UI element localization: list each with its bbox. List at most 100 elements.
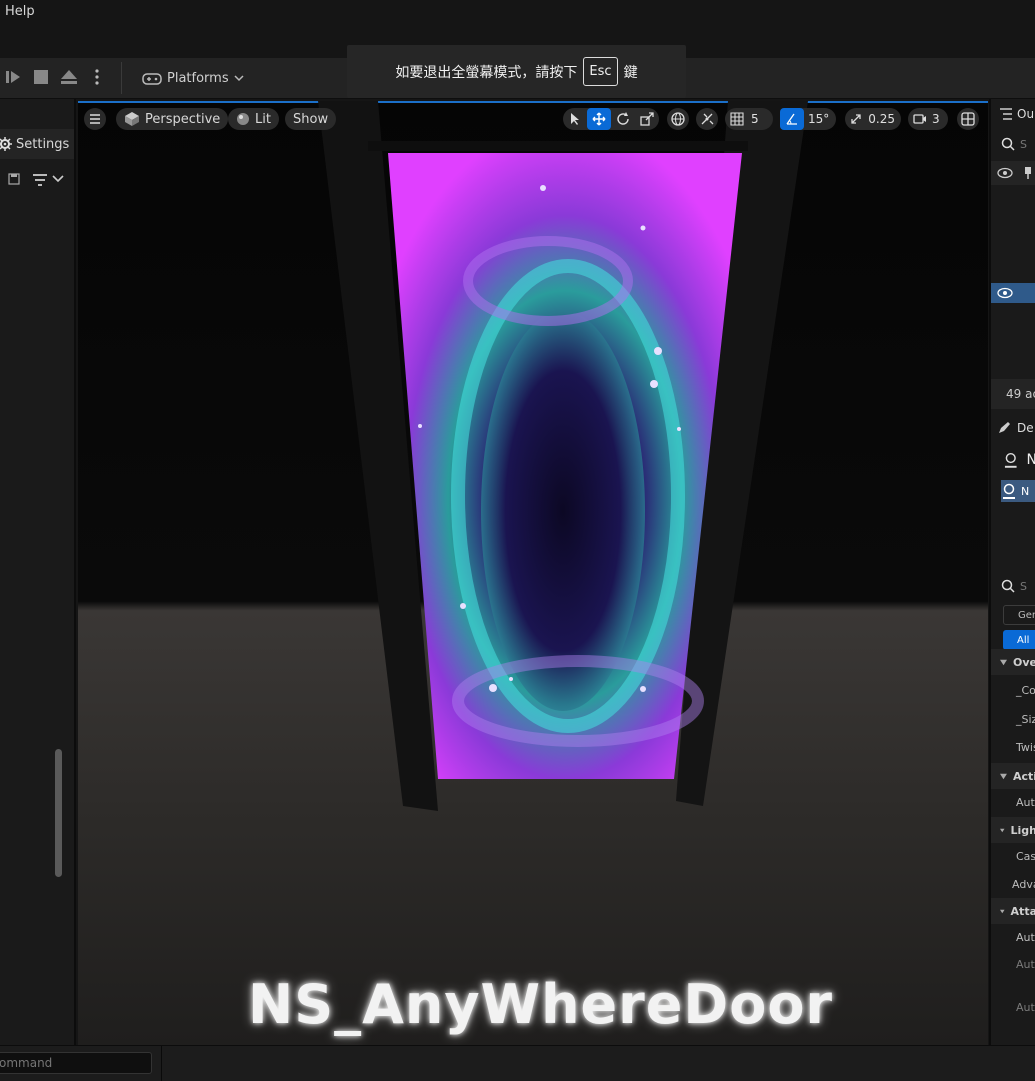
viewport-menu-button[interactable] [84,108,106,130]
camera-speed-group[interactable]: 3 [908,108,948,130]
section-attachment[interactable]: Atta [991,898,1035,924]
select-mode-button[interactable] [563,108,587,130]
eye-icon[interactable] [997,287,1013,299]
section-overrides[interactable]: Ove [991,649,1035,675]
details-tab-label: De [1017,421,1034,435]
outliner-search[interactable]: S [991,133,1035,155]
view-mode-button[interactable]: Lit [228,108,279,130]
scale-snap-toggle[interactable] [845,108,866,130]
cube-icon [125,112,139,126]
prop-auto-2: Auto [1016,931,1035,944]
scale-icon [640,112,654,126]
settings-tab[interactable]: Settings [0,129,74,159]
outliner-tab-label: Ou [1017,107,1035,121]
perspective-button[interactable]: Perspective [116,108,229,130]
details-actor-name: N [991,447,1035,473]
fullscreen-exit-toast: 如要退出全螢幕模式，請按下 Esc 鍵 [347,45,686,98]
portal-door-mesh [318,101,808,811]
filter-all-button[interactable]: All [1003,630,1035,650]
rotate-mode-button[interactable] [611,108,635,130]
angle-snap-group[interactable]: 15° [780,108,836,130]
world-local-toggle[interactable] [667,108,689,130]
actor-count: 49 ac [991,379,1035,409]
prop-cast-shadow: Cast [1016,850,1035,863]
prop-color: _Col [1016,684,1035,697]
left-panel: Settings [0,99,76,1045]
filter-general-button[interactable]: Gen [1003,605,1035,625]
esc-key-hint: Esc [583,57,618,86]
globe-icon [671,112,685,126]
status-bar [0,1045,1035,1081]
platforms-label: Platforms [167,70,229,86]
lit-sphere-icon [237,113,249,125]
left-panel-tools [0,165,74,195]
layout-icon [961,112,975,126]
angle-snap-toggle[interactable] [780,108,804,130]
details-search[interactable]: S [991,575,1035,597]
scale-snap-group[interactable]: 0.25 [845,108,901,130]
play-advance-icon[interactable] [4,68,22,86]
console-command-input[interactable] [0,1052,152,1074]
caret-down-icon [1000,773,1007,779]
perspective-label: Perspective [145,111,221,127]
search-icon [1001,579,1015,593]
rotate-icon [617,112,629,125]
pencil-icon [999,422,1010,433]
chevron-down-icon[interactable] [52,175,64,183]
save-icon[interactable] [8,173,20,185]
caret-down-icon [1000,828,1005,832]
camera-speed-value: 3 [932,112,940,126]
grid-snap-group[interactable]: 5 [725,108,773,130]
section-lighting[interactable]: Ligh [991,817,1035,843]
angle-icon [786,113,797,125]
section-advanced[interactable]: Adva [991,872,1035,896]
eject-icon[interactable] [60,68,78,86]
prop-size: _Siz [1016,713,1035,726]
cursor-icon [571,113,579,125]
angle-snap-value: 15° [808,112,830,126]
settings-label: Settings [16,136,70,152]
platforms-button[interactable]: Platforms [136,66,250,90]
camera-icon [913,114,926,124]
prop-auto-activate: Auto [1016,796,1035,809]
gamepad-icon [142,73,162,85]
outliner-selected-row[interactable] [991,283,1035,303]
niagara-actor-icon [1004,452,1017,468]
show-button[interactable]: Show [285,108,337,130]
translate-mode-button[interactable] [587,108,611,130]
gear-icon [0,137,12,151]
eye-icon[interactable] [997,167,1013,179]
prop-auto-4: Auto [1016,1001,1035,1014]
viewport-layout-button[interactable] [957,108,979,130]
scale-snap-value: 0.25 [868,112,895,126]
toast-text-after: 鍵 [623,64,638,81]
grid-snap-toggle[interactable] [725,108,749,130]
component-row-selected[interactable]: N [1001,480,1035,502]
left-panel-scrollbar[interactable] [55,749,62,877]
pin-icon[interactable] [1023,166,1033,180]
details-tab[interactable]: De [991,415,1035,441]
filter-icon[interactable] [32,173,48,187]
details-search-placeholder: S [1020,579,1027,593]
surface-snap-toggle[interactable] [696,108,718,130]
lit-label: Lit [255,111,271,127]
stop-icon[interactable] [32,68,50,86]
camera-speed-toggle[interactable] [908,108,932,130]
actor-name-label: NS_AnyWhereDoor [248,973,834,1036]
outliner-icon [1000,108,1012,120]
scale-snap-icon [850,114,861,124]
outliner-search-placeholder: S [1020,137,1027,151]
surface-snap-icon [701,113,714,125]
chevron-down-icon [234,75,244,82]
toolbar-separator [121,62,122,94]
section-actions[interactable]: Acti [991,763,1035,789]
outliner-tab[interactable]: Ou [991,101,1035,127]
caret-down-icon [1000,909,1005,913]
more-options-icon[interactable] [88,68,106,86]
scale-mode-button[interactable] [635,108,659,130]
search-icon [1001,137,1015,151]
menu-help[interactable]: Help [5,4,35,19]
level-viewport[interactable]: NS_AnyWhereDoor Perspective Lit Show 5 1… [78,101,988,1045]
show-label: Show [293,111,329,127]
move-arrows-icon [592,112,606,126]
